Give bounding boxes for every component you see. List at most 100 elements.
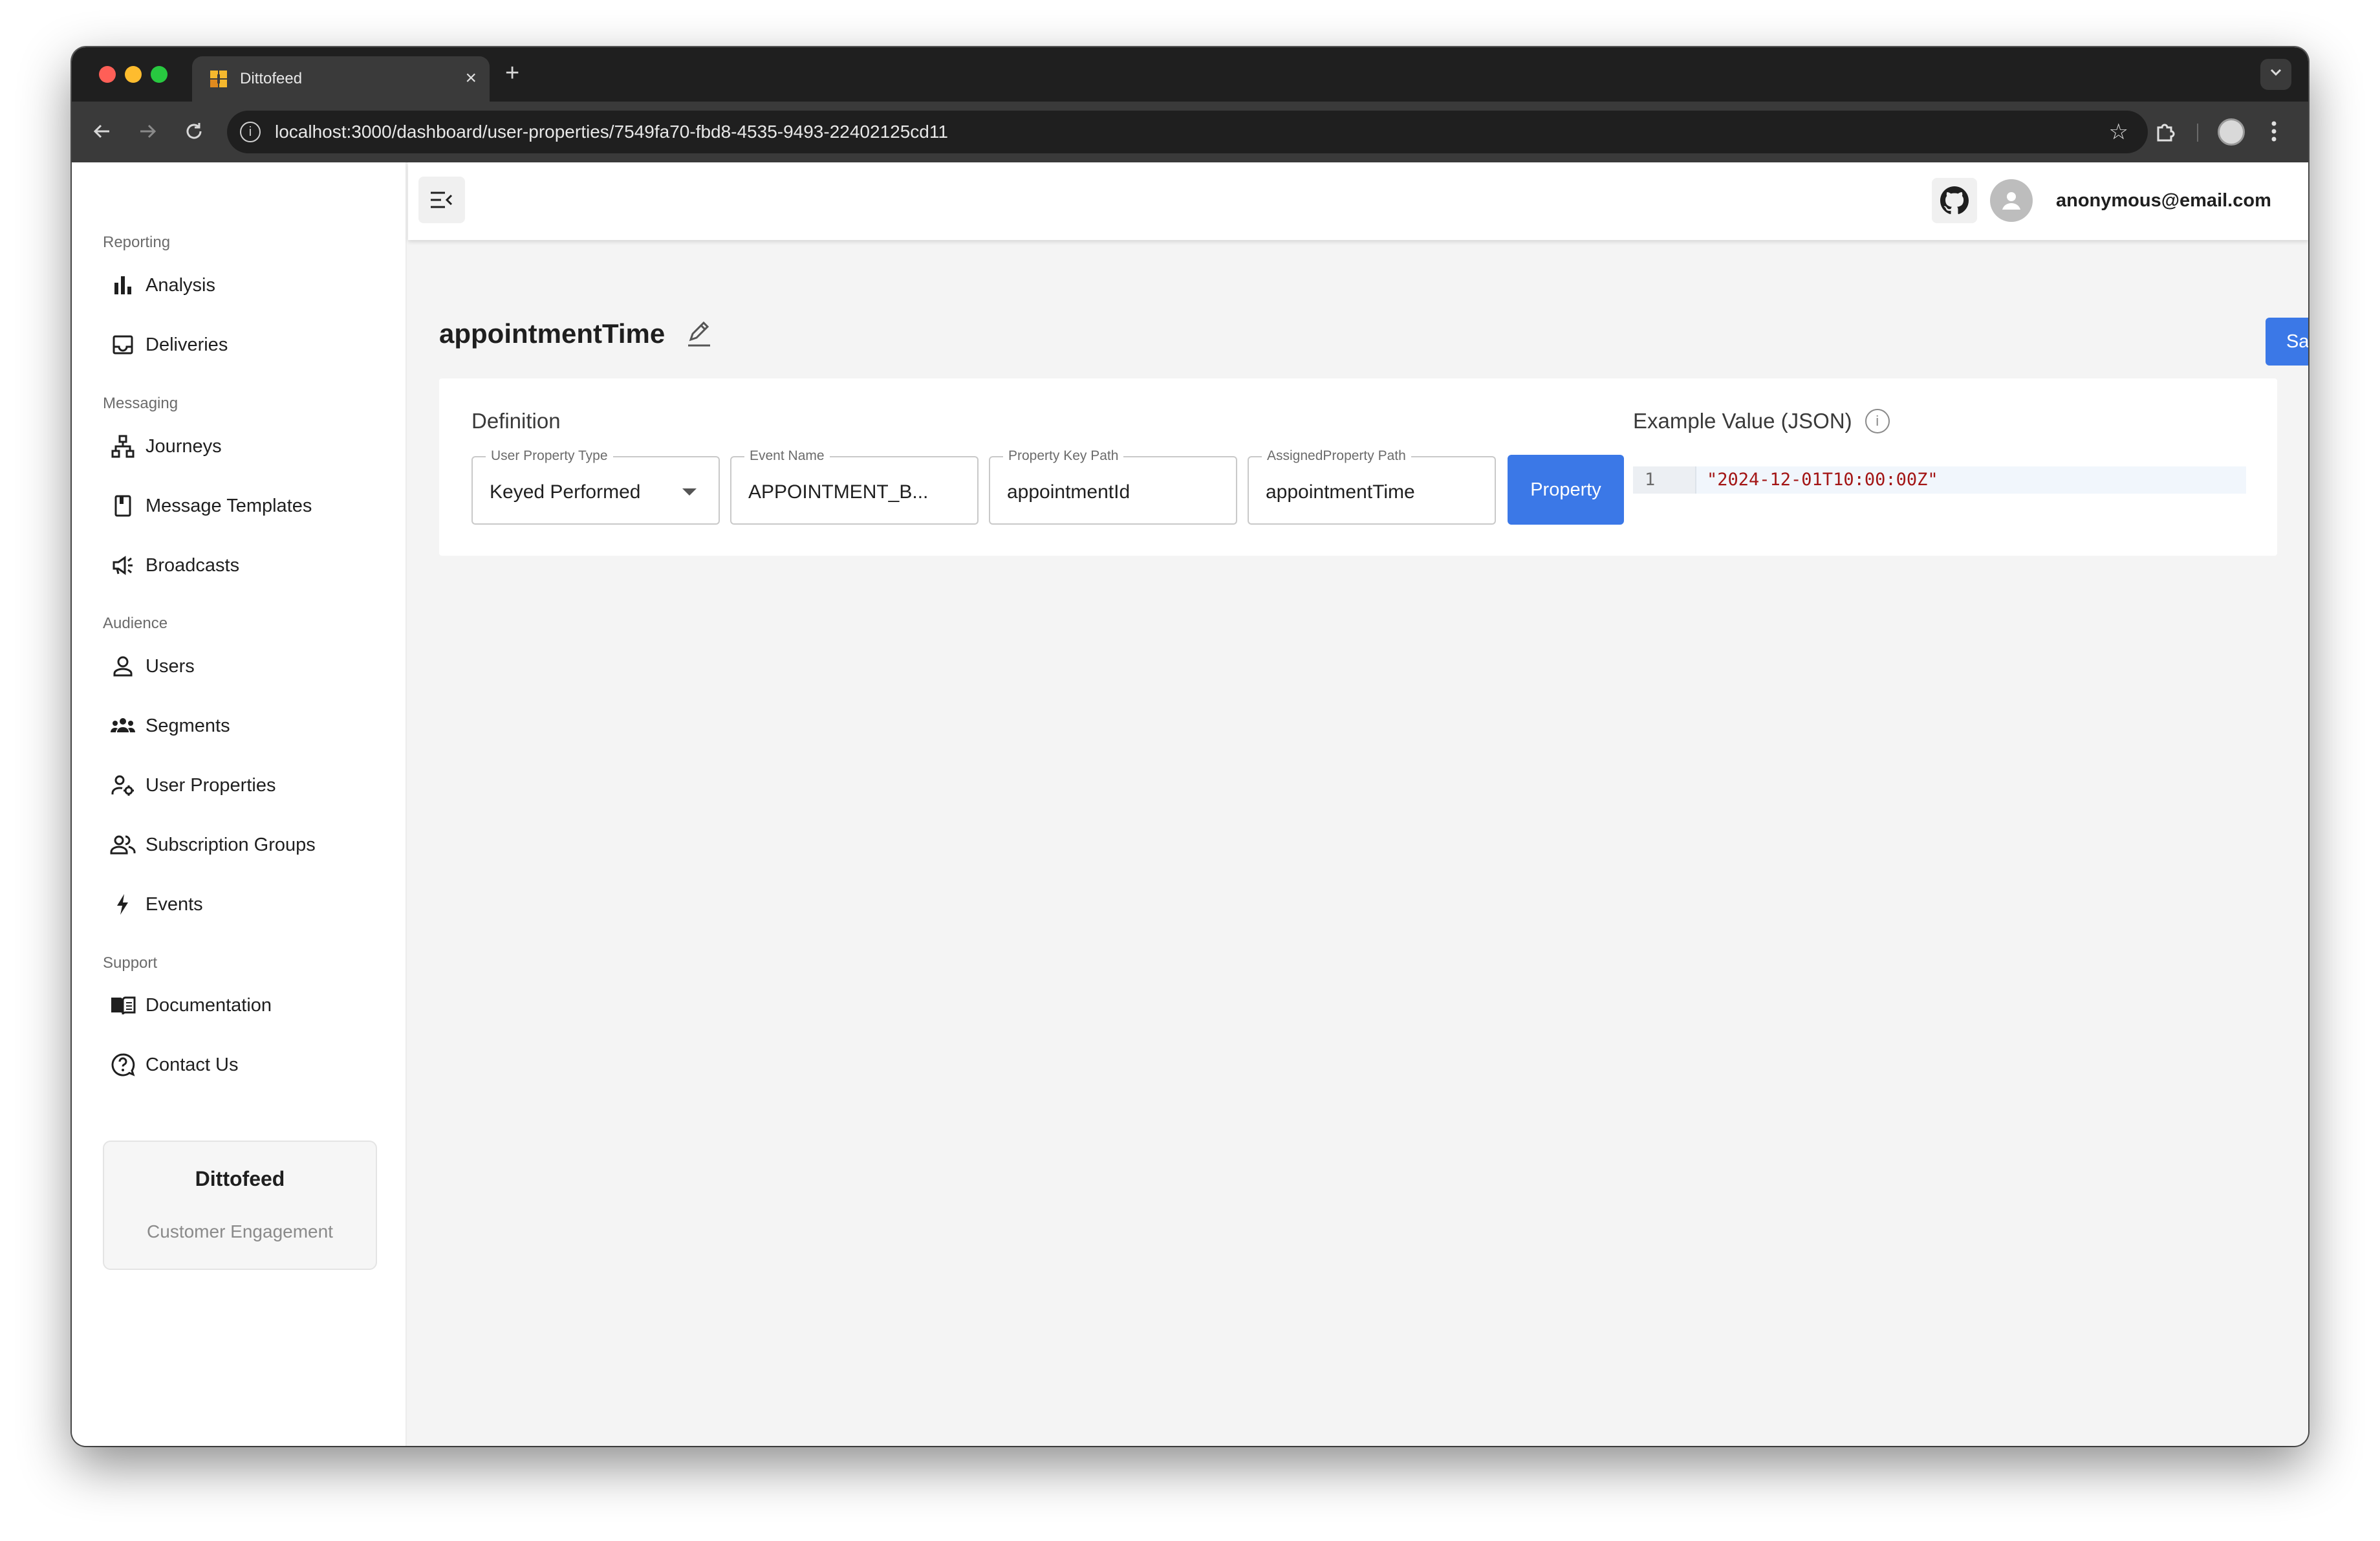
github-button[interactable] <box>1932 178 1977 223</box>
field-value: appointmentId <box>1007 481 1130 503</box>
bar-chart-icon <box>108 270 138 300</box>
user-email[interactable]: anonymous@email.com <box>2056 190 2271 212</box>
browser-toolbar: i localhost:3000/dashboard/user-properti… <box>72 102 2308 162</box>
minimize-window-button[interactable] <box>125 66 142 83</box>
section-label-reporting: Reporting <box>103 234 171 251</box>
group-icon <box>108 711 138 741</box>
user-icon <box>108 651 138 681</box>
example-value-header: Example Value (JSON) i <box>1633 408 1890 434</box>
example-value-label: Example Value (JSON) <box>1633 409 1852 433</box>
sitemap-icon <box>108 432 138 461</box>
sidebar-item-broadcasts[interactable]: Broadcasts <box>103 543 387 588</box>
sidebar-item-label: Users <box>146 656 195 677</box>
property-button[interactable]: Property <box>1508 455 1624 525</box>
address-bar[interactable]: i localhost:3000/dashboard/user-properti… <box>227 111 2148 153</box>
toolbar-divider <box>2197 124 2198 142</box>
definition-label: Definition <box>471 409 561 433</box>
user-property-type-select[interactable]: User Property Type Keyed Performed <box>471 448 720 525</box>
sidebar-item-documentation[interactable]: Documentation <box>103 983 387 1028</box>
field-value: appointmentTime <box>1266 481 1415 503</box>
sidebar-item-label: Documentation <box>146 995 272 1016</box>
sidebar-item-label: Broadcasts <box>146 555 240 576</box>
sidebar-item-events[interactable]: Events <box>103 882 387 927</box>
account-icon <box>2002 192 2020 210</box>
avatar[interactable] <box>1990 179 2033 222</box>
star-icon[interactable]: ☆ <box>2109 120 2128 144</box>
people-icon <box>108 830 138 860</box>
definition-card: Definition User Property Type Keyed Perf… <box>439 378 2277 556</box>
megaphone-icon <box>108 551 138 580</box>
json-editor[interactable]: 1 "2024-12-01T10:00:00Z" <box>1633 466 2246 494</box>
forward-icon[interactable] <box>136 117 158 149</box>
collapse-sidebar-button[interactable] <box>418 177 465 223</box>
section-label-support: Support <box>103 954 158 972</box>
sidebar-item-label: Journeys <box>146 436 222 457</box>
tab-title: Dittofeed <box>240 70 303 87</box>
sidebar-item-label: Events <box>146 894 203 915</box>
json-value[interactable]: "2024-12-01T10:00:00Z" <box>1707 469 1938 491</box>
open-book-icon <box>108 990 138 1020</box>
assigned-property-path-field[interactable]: AssignedProperty Path appointmentTime <box>1248 448 1496 525</box>
promo-card: Dittofeed Customer Engagement <box>103 1141 377 1270</box>
back-icon[interactable] <box>91 117 113 149</box>
main-content: anonymous@email.com appointmentTime Save… <box>408 162 2308 1446</box>
promo-subtitle: Customer Engagement <box>147 1221 333 1241</box>
field-legend: User Property Type <box>486 448 613 464</box>
edit-icon[interactable] <box>684 319 714 349</box>
github-icon <box>1940 186 1969 214</box>
sidebar-item-label: Analysis <box>146 275 215 296</box>
sidebar-item-label: Contact Us <box>146 1055 239 1075</box>
reload-icon[interactable] <box>183 117 205 149</box>
page-title: appointmentTime <box>439 318 665 349</box>
app-header: anonymous@email.com <box>408 162 2308 240</box>
menu-collapse-icon <box>431 191 453 208</box>
info-icon[interactable]: i <box>1865 409 1890 433</box>
sidebar-item-label: User Properties <box>146 775 276 796</box>
field-legend: Event Name <box>744 448 830 464</box>
tab-close-icon[interactable]: × <box>465 67 477 90</box>
line-gutter: 1 <box>1633 466 1696 494</box>
event-name-field[interactable]: Event Name APPOINTMENT_B... <box>730 448 979 525</box>
line-number: 1 <box>1645 470 1656 490</box>
profile-icon[interactable] <box>2218 118 2245 146</box>
sidebar-item-journeys[interactable]: Journeys <box>103 424 387 469</box>
url-text[interactable]: localhost:3000/dashboard/user-properties… <box>275 122 948 142</box>
tab-strip: Dittofeed × + <box>72 47 2308 102</box>
lightning-icon <box>108 890 138 919</box>
property-key-path-field[interactable]: Property Key Path appointmentId <box>989 448 1237 525</box>
save-button[interactable]: Save <box>2266 318 2308 366</box>
sidebar-item-message-templates[interactable]: Message Templates <box>103 483 387 529</box>
section-label-audience: Audience <box>103 615 168 632</box>
browser-window: Dittofeed × + i localhost:3000/dashboard… <box>72 47 2308 1446</box>
site-info-icon[interactable]: i <box>240 122 261 142</box>
kebab-menu-icon[interactable] <box>2271 116 2277 151</box>
field-legend: Property Key Path <box>1003 448 1124 464</box>
sidebar-item-contact-us[interactable]: Contact Us <box>103 1042 387 1087</box>
promo-title: Dittofeed <box>195 1167 285 1190</box>
tab-search-icon[interactable] <box>2260 59 2291 90</box>
sidebar-item-label: Subscription Groups <box>146 835 316 855</box>
sidebar-item-label: Segments <box>146 716 230 736</box>
dittofeed-favicon-icon <box>210 71 227 87</box>
sidebar-item-user-properties[interactable]: User Properties <box>103 763 387 808</box>
inbox-icon <box>108 330 138 360</box>
field-legend: AssignedProperty Path <box>1262 448 1411 464</box>
extensions-icon[interactable] <box>2153 116 2176 151</box>
user-settings-icon <box>108 770 138 800</box>
field-value: APPOINTMENT_B... <box>748 481 929 503</box>
maximize-window-button[interactable] <box>151 66 168 83</box>
section-label-messaging: Messaging <box>103 395 178 412</box>
new-tab-button[interactable]: + <box>505 60 519 86</box>
sidebar-item-label: Deliveries <box>146 334 228 355</box>
book-icon <box>108 491 138 521</box>
sidebar-item-analysis[interactable]: Analysis <box>103 263 387 308</box>
app-page: Reporting Analysis Deliveries Messaging … <box>72 162 2308 1446</box>
help-circle-icon <box>108 1050 138 1080</box>
browser-tab[interactable]: Dittofeed × <box>192 56 490 102</box>
sidebar-item-subscription-groups[interactable]: Subscription Groups <box>103 822 387 868</box>
sidebar-item-segments[interactable]: Segments <box>103 703 387 749</box>
sidebar-item-deliveries[interactable]: Deliveries <box>103 322 387 367</box>
chevron-down-icon <box>682 488 697 496</box>
sidebar-item-users[interactable]: Users <box>103 644 387 689</box>
close-window-button[interactable] <box>99 66 116 83</box>
